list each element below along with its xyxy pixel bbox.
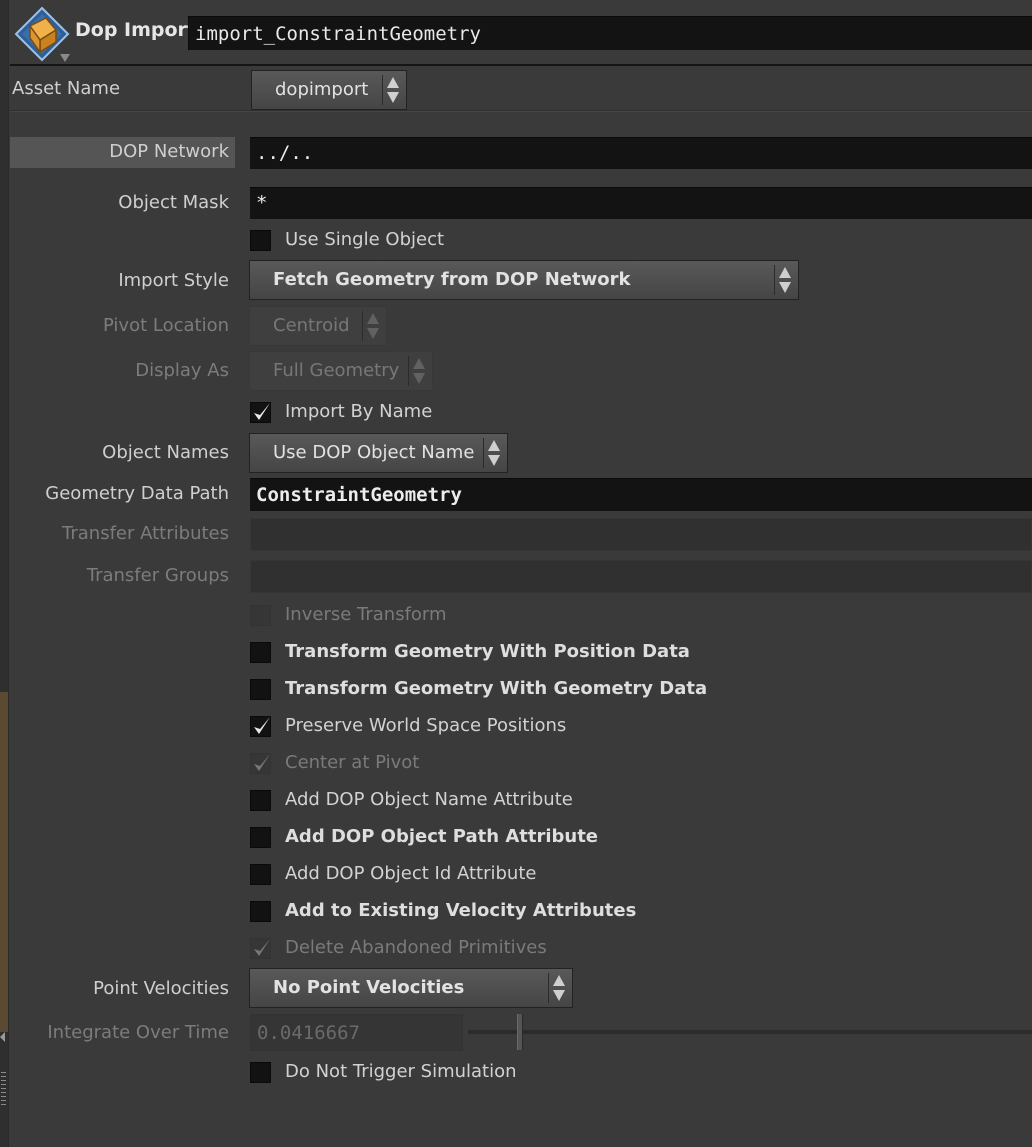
integrate-time-field: 0.0416667 (250, 1014, 463, 1051)
delete-abandoned-checkbox (250, 938, 271, 959)
import-style-label: Import Style (118, 270, 229, 291)
transform-position-label: Transform Geometry With Position Data (285, 641, 690, 662)
transform-position-checkbox[interactable] (250, 642, 271, 663)
no-trigger-checkbox[interactable] (250, 1062, 271, 1083)
dop-import-node-icon[interactable] (12, 4, 74, 66)
collapse-arrow-icon[interactable] (0, 1032, 5, 1042)
display-as-value: Full Geometry (273, 360, 400, 381)
asset-name-menu[interactable]: dopimport (251, 70, 407, 110)
center-pivot-checkbox (250, 753, 271, 774)
checkmark-icon (254, 754, 270, 771)
menu-arrows-icon (408, 356, 426, 386)
use-single-object-checkbox[interactable] (250, 230, 271, 251)
center-pivot-label: Center at Pivot (285, 752, 420, 773)
preserve-world-label: Preserve World Space Positions (285, 715, 567, 736)
object-names-label: Object Names (102, 442, 229, 463)
object-mask-field[interactable]: * (250, 187, 1032, 219)
use-single-object-label: Use Single Object (285, 229, 445, 250)
no-trigger-label: Do Not Trigger Simulation (285, 1061, 517, 1082)
transform-geometry-label: Transform Geometry With Geometry Data (285, 678, 708, 699)
display-as-menu: Full Geometry (249, 351, 433, 391)
node-name-field[interactable]: import_ConstraintGeometry (188, 16, 1032, 50)
inverse-transform-checkbox (250, 605, 271, 626)
add-velocity-label: Add to Existing Velocity Attributes (285, 900, 637, 921)
integrate-time-label: Integrate Over Time (47, 1022, 229, 1043)
object-names-menu[interactable]: Use DOP Object Name (249, 433, 508, 473)
menu-arrows-icon (362, 311, 380, 341)
geometry-data-path-label: Geometry Data Path (45, 483, 229, 504)
add-name-attr-checkbox[interactable] (250, 790, 271, 811)
pivot-location-value: Centroid (273, 315, 350, 336)
transform-geometry-checkbox[interactable] (250, 679, 271, 700)
menu-arrows-icon (483, 438, 501, 468)
object-mask-label: Object Mask (118, 192, 229, 213)
add-name-attr-label: Add DOP Object Name Attribute (285, 789, 573, 810)
add-id-attr-label: Add DOP Object Id Attribute (285, 863, 537, 884)
node-type-label: Dop Import (75, 19, 197, 41)
checkmark-icon (254, 717, 270, 734)
pivot-location-menu: Centroid (249, 306, 387, 346)
preserve-world-checkbox[interactable] (250, 716, 271, 737)
dop-network-label: DOP Network (109, 141, 229, 162)
integrate-time-slider-handle (517, 1014, 523, 1050)
import-style-menu[interactable]: Fetch Geometry from DOP Network (249, 260, 799, 300)
left-panel-edge (0, 0, 9, 1147)
integrate-time-slider-track (468, 1030, 1032, 1034)
header-divider (10, 64, 1032, 66)
transfer-groups-label: Transfer Groups (86, 565, 229, 586)
delete-abandoned-label: Delete Abandoned Primitives (285, 937, 547, 958)
transfer-attributes-label: Transfer Attributes (62, 523, 229, 544)
add-velocity-checkbox[interactable] (250, 901, 271, 922)
add-id-attr-checkbox[interactable] (250, 864, 271, 885)
asset-name-label: Asset Name (12, 78, 121, 99)
pane-divider-highlight (0, 692, 8, 1032)
pivot-location-label: Pivot Location (102, 315, 229, 336)
add-path-attr-checkbox[interactable] (250, 827, 271, 848)
menu-arrows-icon (382, 75, 400, 105)
inverse-transform-label: Inverse Transform (285, 604, 447, 625)
geometry-data-path-field[interactable]: ConstraintGeometry (250, 478, 1032, 511)
point-velocities-label: Point Velocities (93, 978, 229, 999)
import-by-name-label: Import By Name (285, 401, 433, 422)
point-velocities-value: No Point Velocities (273, 977, 465, 998)
dop-network-field[interactable]: ../.. (250, 137, 1032, 169)
resize-handle[interactable] (1, 1072, 6, 1108)
display-as-label: Display As (135, 360, 229, 381)
transfer-groups-field (250, 560, 1032, 593)
object-names-value: Use DOP Object Name (273, 442, 475, 463)
transfer-attributes-field (250, 518, 1032, 551)
menu-arrows-icon (774, 265, 792, 295)
import-by-name-checkbox[interactable] (250, 402, 271, 423)
add-path-attr-label: Add DOP Object Path Attribute (285, 826, 599, 847)
section-divider-highlight (10, 111, 1032, 112)
asset-name-value: dopimport (275, 79, 369, 100)
menu-arrows-icon (548, 973, 566, 1003)
point-velocities-menu[interactable]: No Point Velocities (249, 968, 573, 1008)
checkmark-icon (254, 403, 270, 420)
import-style-value: Fetch Geometry from DOP Network (273, 269, 631, 290)
checkmark-icon (254, 939, 270, 956)
